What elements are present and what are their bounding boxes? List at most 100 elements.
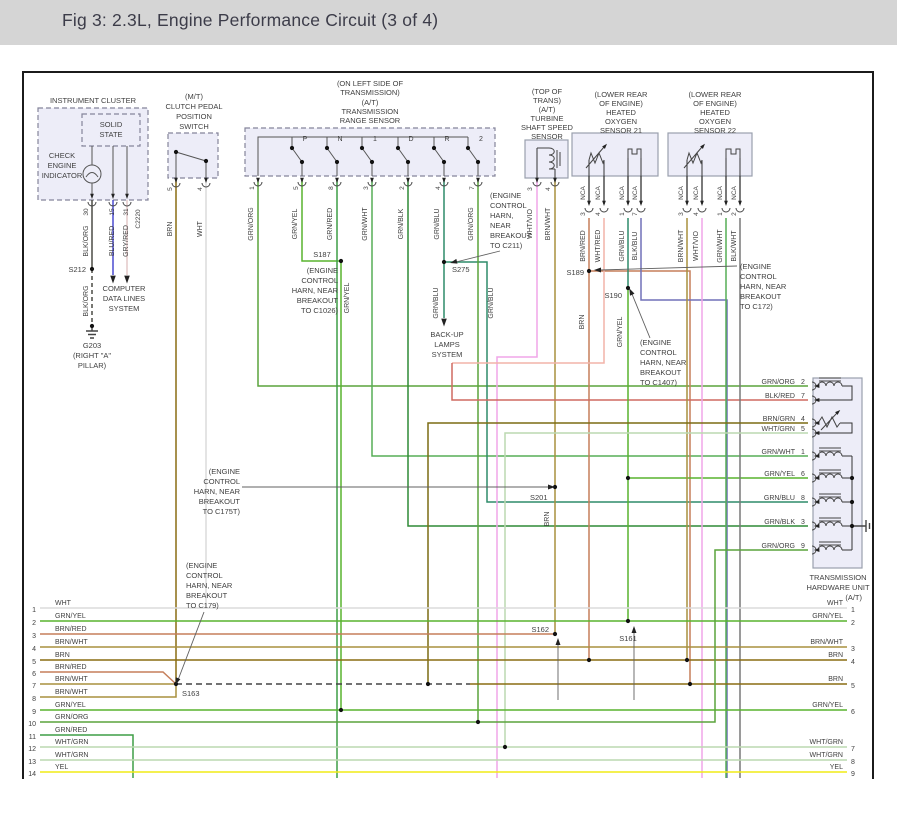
wire-label: NCA <box>731 185 738 199</box>
pin-number: 4 <box>435 186 442 190</box>
wire-label: GRN/ORG <box>762 543 795 550</box>
row-label: YEL <box>55 764 68 771</box>
pin-number: 7 <box>801 393 805 400</box>
o2-sensor-22-box <box>668 133 752 176</box>
wire-label: BRN/RED <box>580 230 587 262</box>
wire-label: GRN/WHT <box>717 229 724 263</box>
figure-title: Fig 3: 2.3L, Engine Performance Circuit … <box>62 10 438 31</box>
arrowhead-icon <box>256 178 260 183</box>
pin-number: 8 <box>328 186 335 190</box>
component-title: TRANSMISSION) <box>340 88 400 97</box>
component-title: (A/T) <box>539 105 556 114</box>
annotation: HARN, NEAR <box>186 581 233 590</box>
arrowhead-icon <box>335 178 339 183</box>
switch-position: R <box>444 136 449 143</box>
pin-number: 5 <box>167 187 174 191</box>
arrowhead-icon <box>476 178 480 183</box>
wire-label: WHT/RED <box>595 230 602 263</box>
component-title: (M/T) <box>185 92 203 101</box>
wire-label: GRN/BLU <box>434 208 441 239</box>
wire-label: GRN/RED <box>327 208 334 240</box>
component-title: OXYGEN <box>605 117 637 126</box>
arrowhead-icon <box>124 276 130 284</box>
annotation: CONTROL <box>203 477 240 486</box>
annotation: HARN, <box>490 211 513 220</box>
annotation: BREAKOUT <box>740 292 782 301</box>
wire-label: BRN/WHT <box>678 229 685 262</box>
transmission-range-sensor-box <box>245 128 495 176</box>
pin-number: 2 <box>801 379 805 386</box>
row-label: GRN/YEL <box>812 613 843 620</box>
annotation: BREAKOUT <box>640 368 682 377</box>
pin-number: 5 <box>293 186 300 190</box>
arrowhead-icon <box>535 178 539 183</box>
component-title: TRANSMISSION <box>341 107 398 116</box>
component-title: (A/T) <box>362 98 379 107</box>
row-label: WHT/GRN <box>810 739 843 746</box>
row-number: 5 <box>851 683 855 690</box>
row-label: WHT/GRN <box>55 752 88 759</box>
splice-dot <box>360 146 364 150</box>
splice-dot <box>174 150 178 154</box>
wire-label: GRN/BLU <box>433 287 440 318</box>
wire-grn-yel-5 <box>302 180 341 710</box>
annotation: BREAKOUT <box>297 296 339 305</box>
pin-number: 15 <box>109 208 116 216</box>
row-label: BRN <box>55 652 70 659</box>
arrowhead-icon <box>174 178 178 183</box>
switch-position: D <box>408 136 413 143</box>
pin-number: 4 <box>693 212 700 216</box>
wire-label: GRN/YEL <box>764 471 795 478</box>
row-number: 1 <box>851 607 855 614</box>
annotation: CONTROL <box>186 571 223 580</box>
wire-label: NCA <box>619 185 626 199</box>
pin-number: 3 <box>801 519 805 526</box>
component-title: CHECK <box>49 151 75 160</box>
arrowhead-icon <box>442 178 446 183</box>
wire-label: BLU/RED <box>109 226 116 256</box>
component-title: SWITCH <box>179 122 209 131</box>
row-number: 2 <box>32 620 36 627</box>
row-label: WHT/GRN <box>810 752 843 759</box>
annotation: (ENGINE <box>490 191 521 200</box>
row-number: 14 <box>28 771 36 778</box>
connector-icon <box>736 208 744 212</box>
wire-label: BLK/BLU <box>632 232 639 261</box>
connector-icon <box>698 208 706 212</box>
turbine-speed-sensor-box <box>525 140 568 178</box>
pin-number: 4 <box>545 187 552 191</box>
wire-brn-grn-unit4 <box>428 423 808 684</box>
splice-dot <box>476 160 480 164</box>
component-title: SENSOR 21 <box>600 126 642 135</box>
wire-label: GRN/ORG <box>468 207 475 240</box>
wire-label: BLK/WHT <box>731 230 738 262</box>
arrowhead-icon <box>556 638 561 645</box>
wire-label: GRN/BLU <box>488 287 495 318</box>
pin-number: 7 <box>469 186 476 190</box>
arrowhead-icon <box>406 178 410 183</box>
component-title: STATE <box>99 130 122 139</box>
pin-number: 7 <box>632 212 639 216</box>
splice-dot <box>335 160 339 164</box>
splice-label: S201 <box>530 493 548 502</box>
splice-dot <box>850 500 854 504</box>
arrowhead-icon <box>300 178 304 183</box>
annotation: NEAR <box>490 221 511 230</box>
annotation: (ENGINE <box>640 338 671 347</box>
arrowhead-icon <box>685 201 689 206</box>
pin-number: 4 <box>801 416 805 423</box>
wire-label: NCA <box>595 185 602 199</box>
splice-label: S161 <box>619 634 637 643</box>
wire-label: WHT/GRN <box>762 426 795 433</box>
splice-label: S189 <box>566 268 584 277</box>
splice-dot <box>466 146 470 150</box>
component-title: (ON LEFT SIDE OF <box>337 79 404 88</box>
wire-label: GRN/BLU <box>764 495 795 502</box>
annotation: (ENGINE <box>186 561 217 570</box>
splice-dot <box>442 160 446 164</box>
splice-dot <box>685 658 689 662</box>
row-label: BRN/RED <box>55 626 87 633</box>
ground-label: G203 <box>83 341 101 350</box>
pin-number: 4 <box>595 212 602 216</box>
row-label: BRN <box>828 652 843 659</box>
